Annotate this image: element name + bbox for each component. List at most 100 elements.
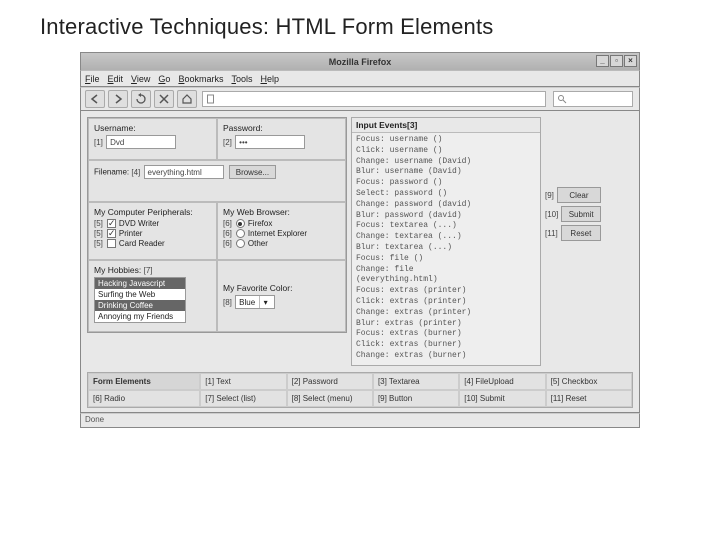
radio-other[interactable] <box>236 239 245 248</box>
legend-item: [6] Radio <box>88 390 200 407</box>
menu-edit[interactable]: Edit <box>108 74 124 84</box>
reload-button[interactable] <box>131 90 151 108</box>
cell-browser: My Web Browser: [6] Firefox [6] Internet… <box>217 202 346 260</box>
radio-ie[interactable] <box>236 229 245 238</box>
event-log-panel: Input Events[3] Focus: username () Click… <box>351 117 541 366</box>
browse-button[interactable]: Browse... <box>229 165 276 179</box>
window-titlebar: Mozilla Firefox _ ▫ × <box>80 52 640 70</box>
menu-go[interactable]: Go <box>158 74 170 84</box>
menu-file[interactable]: File <box>85 74 100 84</box>
list-item[interactable]: Surfing the Web <box>95 289 185 300</box>
legend-item: [4] FileUpload <box>459 373 545 390</box>
username-tag: [1] <box>94 138 103 147</box>
list-item[interactable]: Drinking Coffee <box>95 300 185 311</box>
event-log-header: Input Events[3] <box>352 118 540 133</box>
cell-filename: Filename: [4] everything.html Browse... <box>88 160 346 202</box>
hobbies-listbox[interactable]: Hacking Javascript Surfing the Web Drink… <box>94 277 186 323</box>
legend-table: Form Elements [1] Text [2] Password [3] … <box>87 372 633 408</box>
favcolor-select[interactable]: Blue ▾ <box>235 295 275 309</box>
reset-tag: [11] <box>545 229 558 238</box>
chk-label: Card Reader <box>119 239 165 248</box>
reset-button[interactable]: Reset <box>561 225 601 241</box>
radio-tag: [6] <box>223 229 232 238</box>
legend-item: [3] Textarea <box>373 373 459 390</box>
checkbox-cardreader[interactable] <box>107 239 116 248</box>
legend-item: [1] Text <box>200 373 286 390</box>
home-button[interactable] <box>177 90 197 108</box>
menu-bar: File Edit View Go Bookmarks Tools Help <box>80 70 640 87</box>
cell-peripherals: My Computer Peripherals: [5] DVD Writer … <box>88 202 217 260</box>
clear-button[interactable]: Clear <box>557 187 601 203</box>
address-bar[interactable] <box>202 91 546 107</box>
submit-tag: [10] <box>545 210 558 219</box>
filename-input[interactable]: everything.html <box>144 165 224 179</box>
legend-item: [11] Reset <box>546 390 632 407</box>
event-log-body[interactable]: Focus: username () Click: username () Ch… <box>352 133 540 365</box>
list-item[interactable]: Annoying my Friends <box>95 311 185 322</box>
password-input[interactable]: ••• <box>235 135 305 149</box>
favcolor-value: Blue <box>239 298 255 307</box>
hobbies-label: My Hobbies: <box>94 265 141 275</box>
peripherals-label: My Computer Peripherals: <box>94 207 211 217</box>
window-title: Mozilla Firefox <box>329 57 392 67</box>
cell-favcolor: My Favorite Color: [8] Blue ▾ <box>217 260 346 332</box>
filename-label: Filename: <box>94 168 129 177</box>
status-bar: Done <box>80 413 640 428</box>
forward-icon <box>112 93 124 105</box>
navigation-toolbar <box>80 87 640 111</box>
checkbox-row: [5] Printer <box>94 229 211 238</box>
slide-title: Interactive Techniques: HTML Form Elemen… <box>0 0 720 52</box>
hobbies-tag: [7] <box>144 266 153 275</box>
legend-item: [2] Password <box>287 373 373 390</box>
username-input[interactable]: Dvd <box>106 135 176 149</box>
back-icon <box>89 93 101 105</box>
legend-item: [10] Submit <box>459 390 545 407</box>
page-icon <box>206 94 216 104</box>
cell-username: Username: [1] Dvd <box>88 118 217 160</box>
menu-view[interactable]: View <box>131 74 150 84</box>
password-label: Password: <box>223 123 340 133</box>
menu-tools[interactable]: Tools <box>231 74 252 84</box>
window-maximize-button[interactable]: ▫ <box>610 55 623 67</box>
legend-item: [7] Select (list) <box>200 390 286 407</box>
legend-item: [9] Button <box>373 390 459 407</box>
form-table: Username: [1] Dvd Password: [2] ••• File… <box>87 117 347 333</box>
submit-button[interactable]: Submit <box>561 206 601 222</box>
legend-item: [5] Checkbox <box>546 373 632 390</box>
list-item[interactable]: Hacking Javascript <box>95 278 185 289</box>
status-text: Done <box>85 415 104 424</box>
page-content: Username: [1] Dvd Password: [2] ••• File… <box>80 111 640 413</box>
radio-label: Other <box>248 239 268 248</box>
side-buttons: [9] Clear [10] Submit [11] Reset <box>545 117 601 241</box>
chk-tag: [5] <box>94 239 103 248</box>
home-icon <box>181 93 193 105</box>
window-close-button[interactable]: × <box>624 55 637 67</box>
checkbox-row: [5] Card Reader <box>94 239 211 248</box>
reload-icon <box>135 93 147 105</box>
window-minimize-button[interactable]: _ <box>596 55 609 67</box>
stop-button[interactable] <box>154 90 174 108</box>
password-tag: [2] <box>223 138 232 147</box>
menu-help[interactable]: Help <box>260 74 279 84</box>
clear-tag: [9] <box>545 191 554 200</box>
search-icon <box>557 94 567 104</box>
radio-row: [6] Other <box>223 239 340 248</box>
legend-item: [8] Select (menu) <box>287 390 373 407</box>
radio-tag: [6] <box>223 219 232 228</box>
back-button[interactable] <box>85 90 105 108</box>
radio-label: Firefox <box>248 219 272 228</box>
username-label: Username: <box>94 123 211 133</box>
chevron-down-icon: ▾ <box>259 296 271 308</box>
cell-password: Password: [2] ••• <box>217 118 346 160</box>
chk-label: DVD Writer <box>119 219 159 228</box>
menu-bookmarks[interactable]: Bookmarks <box>178 74 223 84</box>
radio-firefox[interactable] <box>236 219 245 228</box>
checkbox-dvdwriter[interactable] <box>107 219 116 228</box>
filename-tag: [4] <box>131 168 140 177</box>
checkbox-printer[interactable] <box>107 229 116 238</box>
forward-button[interactable] <box>108 90 128 108</box>
stop-icon <box>158 93 170 105</box>
browser-window: Mozilla Firefox _ ▫ × File Edit View Go … <box>80 52 640 428</box>
search-bar[interactable] <box>553 91 633 107</box>
browser-label: My Web Browser: <box>223 207 340 217</box>
